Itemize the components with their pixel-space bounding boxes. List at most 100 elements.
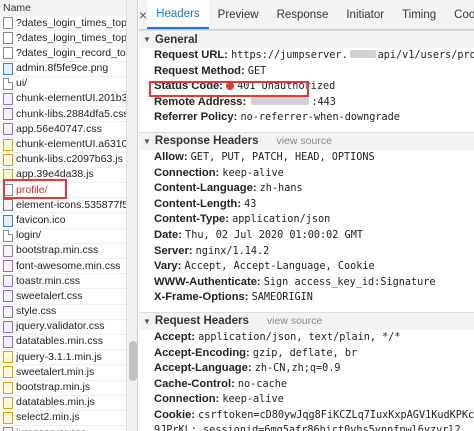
request-row[interactable]: chunk-elementUI.a631080d.js [0, 138, 137, 153]
request-name: admin.8f5fe9ce.png [16, 62, 109, 75]
header-key: Connection: [154, 166, 220, 179]
css-file-icon [3, 108, 13, 121]
request-row[interactable]: bootstrap.min.js [0, 381, 137, 396]
response-headers-section-header[interactable]: ▼ Response Headers view source [139, 131, 474, 150]
header-value: application/json [232, 214, 331, 226]
header-row: Accept: application/json, text/plain, */… [139, 330, 474, 346]
js-file-icon [3, 381, 13, 394]
request-row[interactable]: sweetalert.min.js [0, 365, 137, 381]
tab-response[interactable]: Response [268, 0, 338, 29]
request-row[interactable]: ui/ [0, 77, 137, 92]
header-row: Content-Length: 43 [139, 197, 474, 213]
request-method-label: Request Method: [154, 64, 245, 77]
header-key: Server: [154, 244, 193, 257]
request-row[interactable]: chunk-libs.2884dfa5.css [0, 107, 137, 123]
request-row[interactable]: app.56e40747.css [0, 122, 137, 138]
request-row[interactable]: bootstrap.min.css [0, 244, 137, 259]
header-key: Allow: [154, 150, 188, 163]
request-headers-section-header[interactable]: ▼ Request Headers view source [139, 311, 474, 330]
tab-preview[interactable]: Preview [209, 0, 268, 29]
request-row[interactable]: ?dates_login_times_top10_use [0, 16, 137, 32]
css-file-icon [3, 244, 13, 257]
request-list-scrollbar[interactable] [126, 0, 137, 431]
detail-tabs: Headers Preview Response Initiator Timing Coo… [147, 0, 474, 29]
request-row[interactable]: select2.min.js [0, 411, 137, 427]
request-row[interactable]: jumpserver.css [0, 426, 137, 431]
request-rows: ?dates_login_times_top10_use ?dates_login… [0, 16, 137, 431]
request-row[interactable]: toastr.min.css [0, 274, 137, 290]
request-name: chunk-libs.c2097b63.js [16, 153, 123, 166]
header-row: Connection: keep-alive [139, 166, 474, 182]
header-key: Cache-Control: [154, 377, 235, 390]
css-file-icon [3, 305, 13, 318]
xhr-file-icon [3, 17, 13, 30]
tab-cookies[interactable]: Cookies [445, 0, 474, 29]
css-file-icon [3, 427, 13, 431]
request-row[interactable]: chunk-libs.c2097b63.js [0, 153, 137, 168]
request-row[interactable]: jquery-3.1.1.min.js [0, 350, 137, 366]
header-row: Allow: GET, PUT, PATCH, HEAD, OPTIONS [139, 150, 474, 166]
request-row[interactable]: admin.8f5fe9ce.png [0, 62, 137, 77]
request-view-source-link[interactable]: view source [267, 315, 322, 327]
scrollbar-thumb[interactable] [129, 341, 137, 381]
request-method-row: Request Method: GET [139, 64, 474, 80]
request-name: toastr.min.css [16, 274, 81, 287]
header-value: gzip, deflate, br [252, 347, 358, 359]
request-name: datatables.min.css [16, 335, 103, 348]
header-row: Accept-Encoding: gzip, deflate, br [139, 346, 474, 362]
css-file-icon [3, 336, 13, 349]
request-list-header[interactable]: Name [0, 0, 137, 16]
tab-headers[interactable]: Headers [147, 0, 209, 29]
response-headers-title: Response Headers [154, 135, 259, 148]
request-row[interactable]: login/ [0, 229, 137, 244]
request-name: jquery-3.1.1.min.js [16, 350, 102, 363]
header-row: Accept-Language: zh-CN,zh;q=0.9 [139, 361, 474, 377]
header-row: 9JPrKL; sessionid=6mg5afr86hict0vhs5ynnf… [139, 423, 474, 431]
request-row[interactable]: app.39e4da38.js [0, 168, 137, 184]
xhr-file-icon [3, 47, 13, 60]
css-file-icon [3, 93, 13, 106]
remote-address-label: Remote Address: [154, 95, 247, 108]
collapse-caret-icon: ▼ [143, 35, 151, 44]
general-section-header[interactable]: ▼ General [139, 30, 474, 48]
request-name: select2.min.js [16, 411, 80, 424]
header-row: WWW-Authenticate: Sign access_key_id:Sig… [139, 275, 474, 291]
request-row[interactable]: style.css [0, 305, 137, 320]
detail-tab-bar: × Headers Preview Response Initiator Timing C… [139, 0, 474, 30]
request-header-list: Accept: application/json, text/plain, */… [139, 330, 474, 431]
response-view-source-link[interactable]: view source [276, 135, 331, 147]
css-file-icon [3, 320, 13, 333]
header-key: Vary: [154, 260, 182, 273]
request-row[interactable]: datatables.min.css [0, 335, 137, 351]
header-value: Sign access_key_id:Signature [263, 276, 436, 288]
collapse-caret-icon: ▼ [143, 316, 151, 326]
tab-initiator[interactable]: Initiator [337, 0, 393, 29]
request-name: ?dates_login_times_top10_ass [16, 31, 137, 44]
xhr-file-icon [3, 32, 13, 45]
request-name: sweetalert.css [16, 289, 83, 302]
js-file-icon [3, 351, 13, 364]
tab-timing[interactable]: Timing [393, 0, 445, 29]
status-indicator-icon [226, 82, 235, 91]
request-row[interactable]: element-icons.535877f5.woff [0, 198, 137, 214]
header-value: 43 [244, 198, 257, 210]
request-name: jumpserver.css [16, 426, 86, 431]
request-row[interactable]: sweetalert.css [0, 289, 137, 305]
close-icon[interactable]: × [139, 0, 147, 29]
request-row[interactable]: ?dates_login_record_top10_le [0, 46, 137, 62]
request-row[interactable]: font-awesome.min.css [0, 259, 137, 275]
request-name: font-awesome.min.css [16, 259, 121, 272]
request-name: sweetalert.min.js [16, 365, 95, 378]
js-file-icon [3, 153, 13, 166]
request-row[interactable]: chunk-elementUI.201b3a6c.css [0, 92, 137, 108]
request-row[interactable]: profile/ [0, 183, 137, 199]
request-name: datatables.min.js [16, 396, 95, 409]
request-row[interactable]: favicon.ico [0, 213, 137, 229]
request-row[interactable]: datatables.min.js [0, 396, 137, 411]
request-row[interactable]: jquery.validator.css [0, 320, 137, 335]
css-file-icon [3, 123, 13, 136]
remote-address-row: Remote Address: :443 [139, 95, 474, 111]
request-name: profile/ [16, 183, 48, 196]
css-file-icon [3, 260, 13, 273]
request-row[interactable]: ?dates_login_times_top10_ass [0, 31, 137, 47]
